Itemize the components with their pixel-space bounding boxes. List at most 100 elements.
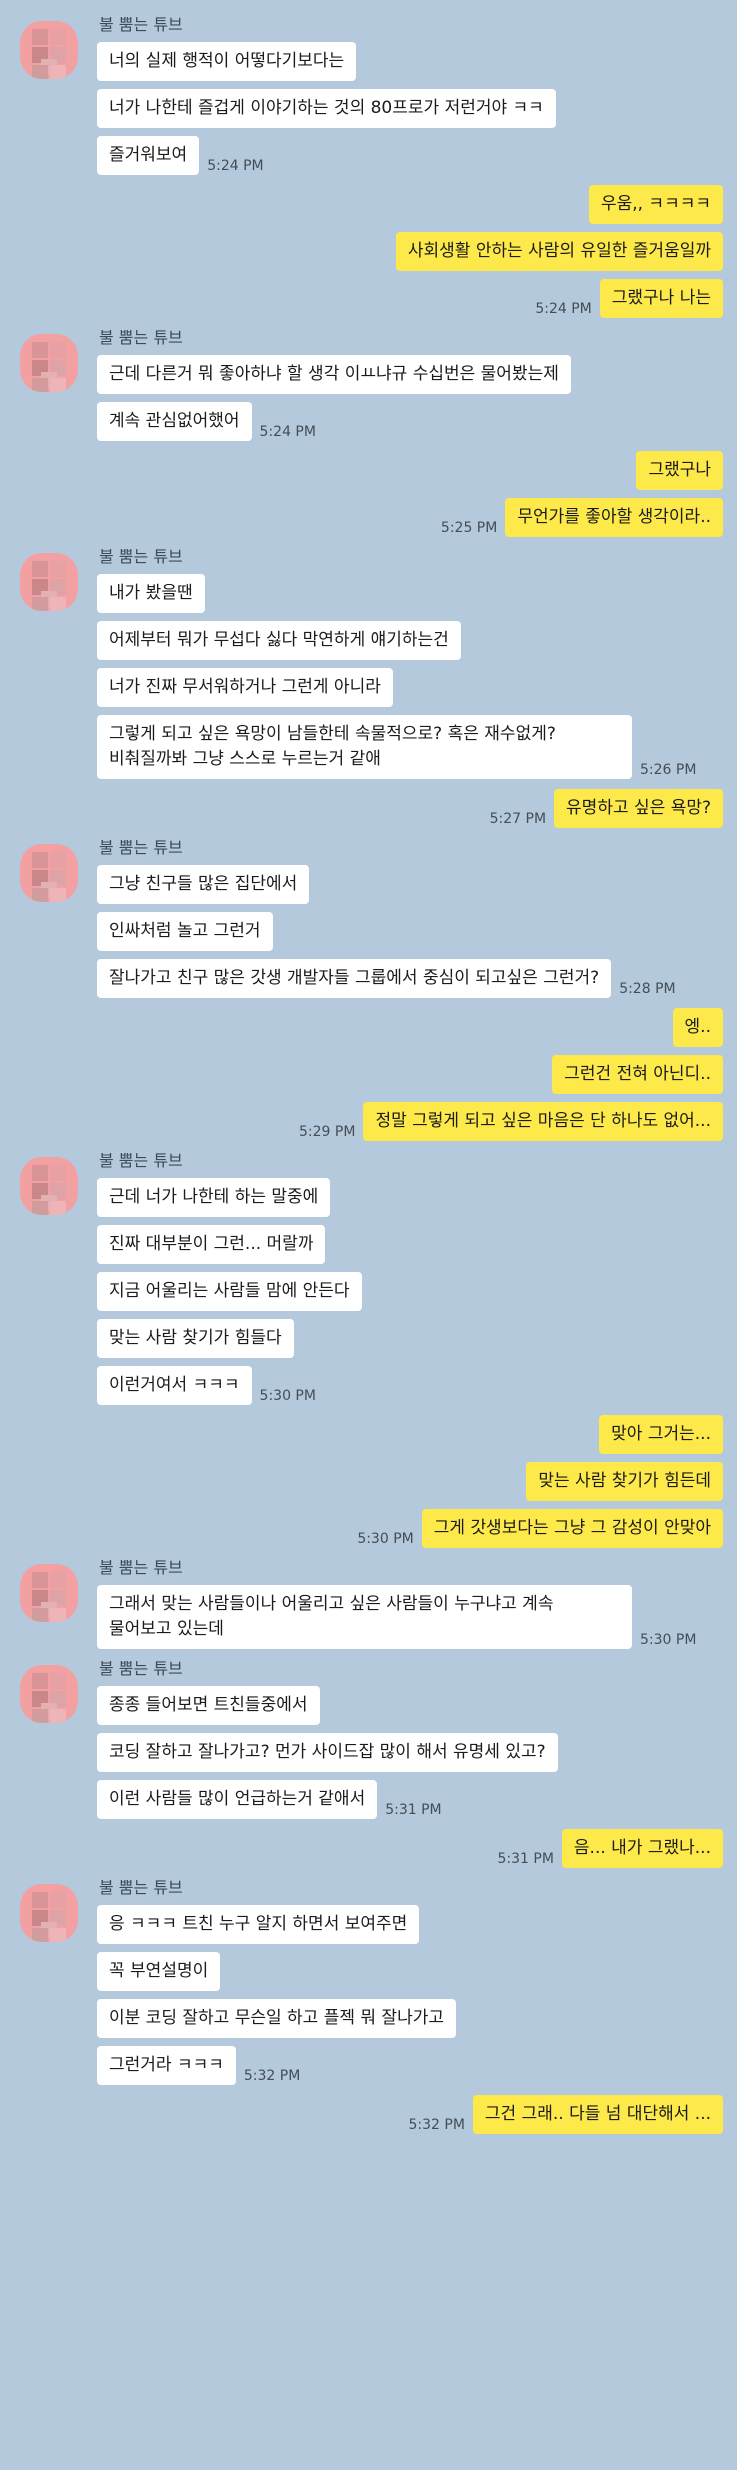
message-row: 코딩 잘하고 잘나가고? 먼가 사이드잡 많이 해서 유명세 있고? [97, 1733, 737, 1772]
message-row: 그런건 전혀 아닌디.. [0, 1055, 723, 1094]
outgoing-message-bubble[interactable]: 유명하고 싶은 욕망? [554, 789, 723, 828]
message-row: 5:25 PM 무언가를 좋아할 생각이라.. [0, 498, 723, 537]
message-row: 5:27 PM 유명하고 싶은 욕망? [0, 789, 723, 828]
message-timestamp: 5:26 PM [640, 762, 697, 778]
avatar-pixel [32, 1608, 48, 1622]
outgoing-message-group: 엥.. 그런건 전혀 아닌디.. 5:29 PM 정말 그렇게 되고 싶은 마음은 단… [0, 1008, 737, 1141]
contact-avatar[interactable] [20, 334, 78, 392]
message-row: 그렇게 되고 싶은 욕망이 남들한테 속물적으로? 혹은 재수없게? 비춰질까봐… [97, 715, 737, 779]
incoming-message-bubble[interactable]: 코딩 잘하고 잘나가고? 먼가 사이드잡 많이 해서 유명세 있고? [97, 1733, 558, 1772]
avatar-pixel [50, 1201, 66, 1215]
outgoing-message-bubble[interactable]: 음... 내가 그랬나... [561, 1829, 723, 1868]
contact-avatar[interactable] [20, 1884, 78, 1942]
outgoing-message-group: 그랬구나 5:25 PM 무언가를 좋아할 생각이라.. [0, 451, 737, 537]
message-row: 5:32 PM 그건 그래.. 다들 넘 대단해서 ... [0, 2095, 723, 2134]
incoming-message-bubble[interactable]: 내가 봤을땐 [97, 574, 205, 613]
message-row: 5:24 PM 그랬구나 나는 [0, 279, 723, 318]
incoming-message-bubble[interactable]: 너가 나한테 즐겁게 이야기하는 것의 80프로가 저런거야 ㅋㅋ [97, 89, 556, 128]
avatar-pixel [32, 378, 48, 392]
message-row: 이분 코딩 잘하고 무슨일 하고 플젝 뭐 잘나가고 [97, 1999, 737, 2038]
incoming-message-bubble[interactable]: 계속 관심없어했어 [97, 402, 252, 441]
incoming-message-group: 불 뿜는 튜브 그냥 친구들 많은 집단에서 인싸처럼 놀고 그런거 잘나가고 친구 … [0, 838, 737, 998]
message-timestamp: 5:29 PM [299, 1124, 356, 1140]
message-timestamp: 5:31 PM [497, 1851, 554, 1867]
incoming-message-bubble[interactable]: 잘나가고 친구 많은 갓생 개발자들 그룹에서 중심이 되고싶은 그런거? [97, 959, 612, 998]
avatar-pixel [50, 888, 66, 902]
incoming-message-bubble[interactable]: 그런거라 ㅋㅋㅋ [97, 2046, 236, 2085]
outgoing-message-group: 5:31 PM 음... 내가 그랬나... [0, 1829, 737, 1868]
outgoing-message-bubble[interactable]: 정말 그렇게 되고 싶은 마음은 단 하나도 없어... [363, 1102, 723, 1141]
avatar-pixel [32, 1201, 48, 1215]
message-timestamp: 5:28 PM [619, 981, 676, 997]
incoming-message-group: 불 뿜는 튜브 너의 실제 행적이 어떻다기보다는 너가 나한테 즐겁게 이야기하는… [0, 15, 737, 175]
contact-avatar[interactable] [20, 553, 78, 611]
avatar-pixel [50, 1928, 66, 1942]
contact-avatar[interactable] [20, 1564, 78, 1622]
message-timestamp: 5:24 PM [259, 424, 316, 440]
outgoing-message-bubble[interactable]: 그런건 전혀 아닌디.. [552, 1055, 723, 1094]
incoming-message-bubble[interactable]: 이런거여서 ㅋㅋㅋ [97, 1366, 252, 1405]
incoming-message-group: 불 뿜는 튜브그래서 맞는 사람들이나 어울리고 싶은 사람들이 누구냐고 계속… [0, 1558, 737, 1649]
sender-name: 불 뿜는 튜브 [99, 1558, 183, 1577]
incoming-message-bubble[interactable]: 꼭 부연설명이 [97, 1952, 221, 1991]
outgoing-message-group: 5:32 PM 그건 그래.. 다들 넘 대단해서 ... [0, 2095, 737, 2134]
message-timestamp: 5:32 PM [408, 2117, 465, 2133]
incoming-message-bubble[interactable]: 어제부터 뭐가 무섭다 싫다 막연하게 얘기하는건 [97, 621, 461, 660]
incoming-message-bubble[interactable]: 즐거워보여 [97, 136, 200, 175]
avatar-pixel [50, 1892, 66, 1908]
incoming-message-bubble[interactable]: 근데 다른거 뭐 좋아하냐 할 생각 이ㅛ냐규 수십번은 물어봤는제 [97, 355, 571, 394]
avatar-pixel [50, 597, 66, 611]
contact-avatar[interactable] [20, 21, 78, 79]
outgoing-message-bubble[interactable]: 맞는 사람 찾기가 힘든데 [526, 1462, 723, 1501]
outgoing-message-group: 우움,, ㅋㅋㅋㅋ 사회생활 안하는 사람의 유일한 즐거움일까 5:24 PM 그랬… [0, 185, 737, 318]
message-row: 그래서 맞는 사람들이나 어울리고 싶은 사람들이 누구냐고 계속 물어보고 있… [97, 1585, 737, 1649]
incoming-message-bubble[interactable]: 너의 실제 행적이 어떻다기보다는 [97, 42, 357, 81]
incoming-message-bubble[interactable]: 근데 너가 나한테 하는 말중에 [97, 1178, 331, 1217]
message-row: 5:29 PM 정말 그렇게 되고 싶은 마음은 단 하나도 없어... [0, 1102, 723, 1141]
outgoing-message-bubble[interactable]: 무언가를 좋아할 생각이라.. [505, 498, 723, 537]
incoming-message-bubble[interactable]: 이분 코딩 잘하고 무슨일 하고 플젝 뭐 잘나가고 [97, 1999, 456, 2038]
message-row: 계속 관심없어했어 5:24 PM [97, 402, 737, 441]
avatar-pixel [32, 1928, 48, 1942]
incoming-message-bubble[interactable]: 응 ㅋㅋㅋ 트친 누구 알지 하면서 보여주면 [97, 1905, 420, 1944]
contact-avatar[interactable] [20, 844, 78, 902]
outgoing-message-bubble[interactable]: 그랬구나 나는 [599, 279, 723, 318]
avatar-pixel [50, 1608, 66, 1622]
outgoing-message-bubble[interactable]: 그건 그래.. 다들 넘 대단해서 ... [472, 2095, 723, 2134]
chat-message-list[interactable]: 불 뿜는 튜브 너의 실제 행적이 어떻다기보다는너가 나한테 즐겁게 이야기하는… [0, 0, 737, 2134]
outgoing-message-bubble[interactable]: 사회생활 안하는 사람의 유일한 즐거움일까 [395, 232, 723, 271]
message-timestamp: 5:32 PM [243, 2068, 301, 2084]
avatar-pixel [32, 342, 48, 358]
incoming-message-bubble[interactable]: 진짜 대부분이 그런... 머랄까 [97, 1225, 326, 1264]
message-row: 너가 진짜 무서워하거나 그런게 아니라 [97, 668, 737, 707]
avatar-pixel [50, 1709, 66, 1723]
message-timestamp: 5:24 PM [535, 301, 592, 317]
incoming-message-bubble[interactable]: 그래서 맞는 사람들이나 어울리고 싶은 사람들이 누구냐고 계속 물어보고 있… [97, 1585, 632, 1649]
incoming-message-bubble[interactable]: 종종 들어보면 트친들중에서 [97, 1686, 320, 1725]
avatar-pixel [32, 65, 48, 79]
incoming-message-bubble[interactable]: 지금 어울리는 사람들 맘에 안든다 [97, 1272, 362, 1311]
outgoing-message-bubble[interactable]: 맞아 그거는... [599, 1415, 723, 1454]
outgoing-message-group: 맞아 그거는... 맞는 사람 찾기가 힘든데 5:30 PM 그게 갓생보다는 그냥… [0, 1415, 737, 1548]
incoming-message-group: 불 뿜는 튜브 종종 들어보면 트친들중에서 코딩 잘하고 잘나가고? 먼가 사이드… [0, 1659, 737, 1819]
incoming-message-bubble[interactable]: 너가 진짜 무서워하거나 그런게 아니라 [97, 668, 393, 707]
outgoing-message-bubble[interactable]: 그게 갓생보다는 그냥 그 감성이 안맞아 [421, 1509, 723, 1548]
message-timestamp: 5:31 PM [385, 1802, 442, 1818]
message-row: 이런거여서 ㅋㅋㅋ 5:30 PM [97, 1366, 737, 1405]
avatar-pixel [32, 29, 48, 45]
incoming-message-group: 불 뿜는 튜브 내가 봤을땐 어제부터 뭐가 무섭다 싫다 막연하게 얘기하는건 너가… [0, 547, 737, 779]
outgoing-message-bubble[interactable]: 우움,, ㅋㅋㅋㅋ [588, 185, 723, 224]
contact-avatar[interactable] [20, 1157, 78, 1215]
message-row: 즐거워보여 5:24 PM [97, 136, 737, 175]
sender-name: 불 뿜는 튜브 [99, 1878, 183, 1897]
incoming-message-bubble[interactable]: 이런 사람들 많이 언급하는거 같애서 [97, 1780, 378, 1819]
contact-avatar[interactable] [20, 1665, 78, 1723]
outgoing-message-bubble[interactable]: 그랬구나 [636, 451, 723, 490]
incoming-message-bubble[interactable]: 인싸처럼 놀고 그런거 [97, 912, 273, 951]
avatar-pixel [50, 852, 66, 868]
incoming-message-bubble[interactable]: 그냥 친구들 많은 집단에서 [97, 865, 310, 904]
incoming-message-bubble[interactable]: 그렇게 되고 싶은 욕망이 남들한테 속물적으로? 혹은 재수없게? 비춰질까봐… [97, 715, 632, 779]
message-row: 맞는 사람 찾기가 힘들다 [97, 1319, 737, 1358]
outgoing-message-bubble[interactable]: 엥.. [672, 1008, 723, 1047]
incoming-message-bubble[interactable]: 맞는 사람 찾기가 힘들다 [97, 1319, 294, 1358]
